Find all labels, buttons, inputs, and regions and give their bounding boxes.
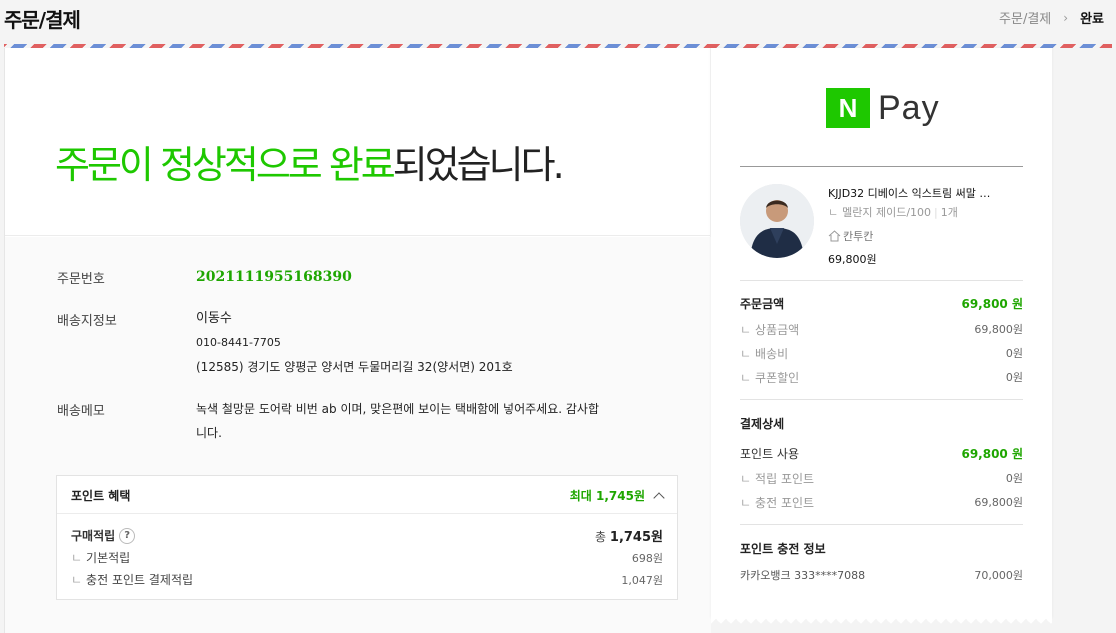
list-item: ㄴ 쿠폰할인 0원: [740, 371, 1023, 385]
completion-message: 주문이 정상적으로 완료되었습니다.: [55, 134, 565, 189]
list-item: ㄴ 적립 포인트 0원: [740, 472, 1023, 486]
product-option: ㄴ 멜란지 제이드/100 | 1개: [828, 206, 958, 219]
list-item: ㄴ 충전 포인트 69,800원: [740, 496, 1023, 510]
basic-points-value: 698원: [631, 551, 663, 565]
help-icon[interactable]: ?: [119, 527, 136, 544]
divider: [740, 280, 1023, 281]
points-max-label: 최대 1,745원: [569, 489, 645, 503]
charged-points-value: 69,800원: [974, 496, 1023, 509]
points-benefit-title: 포인트 혜택: [71, 489, 131, 503]
point-usage-row: 포인트 사용 69,800 원: [740, 445, 1023, 462]
list-item: ㄴ 기본적립 698원: [71, 551, 663, 565]
shipping-info-label: 배송지정보: [57, 314, 117, 329]
order-number: 2021111955168390: [196, 269, 352, 285]
coupon-discount-value: 0원: [1005, 371, 1023, 384]
completion-banner: 주문이 정상적으로 완료되었습니다.: [5, 48, 710, 236]
naver-n-icon: N: [826, 88, 870, 128]
order-amount-row: 주문금액 69,800 원: [740, 295, 1023, 312]
chevron-up-icon: [653, 491, 665, 504]
pay-logo-text: Pay: [878, 88, 940, 127]
recipient-name: 이동수: [196, 311, 232, 326]
shop-name: 칸투칸: [843, 230, 874, 243]
charge-amount: 70,000원: [974, 569, 1023, 582]
order-number-label: 주문번호: [57, 272, 105, 287]
list-item: ㄴ 상품금액 69,800원: [740, 323, 1023, 337]
charged-points-label: 충전 포인트: [755, 496, 815, 510]
shipping-fee-value: 0원: [1005, 347, 1023, 360]
purchase-points-label-wrap: 구매적립?: [71, 527, 136, 544]
points-benefit-box: 포인트 혜택 최대 1,745원 구매적립? 총 1,745원 ㄴ 기본적립 69…: [56, 475, 678, 600]
charge-points-value: 1,047원: [621, 573, 663, 587]
product-quantity: 1개: [940, 206, 958, 219]
breadcrumb-step-order: 주문/결제: [999, 12, 1052, 27]
product-name[interactable]: KJJD32 디베이스 익스트림 써말 …: [828, 185, 1008, 201]
completion-message-rest: 되었습니다.: [392, 143, 565, 187]
product-amount-value: 69,800원: [974, 323, 1023, 336]
receipt-torn-edge: [711, 614, 1052, 624]
breadcrumb: 주문/결제 › 완료: [999, 8, 1104, 28]
charge-points-label: 충전 포인트 결제적립: [86, 573, 194, 587]
earned-points-value: 0원: [1005, 472, 1023, 485]
product-option-value: 멜란지 제이드/100: [842, 206, 932, 219]
point-usage-value: 69,800 원: [961, 447, 1023, 461]
divider: [740, 399, 1023, 400]
product-price: 69,800원: [828, 253, 877, 266]
delivery-memo-line-2: 니다.: [196, 426, 222, 440]
shipping-address: (12585) 경기도 양평군 양서면 두물머리길 32(양서면) 201호: [196, 360, 513, 374]
shipping-fee-label: 배송비: [755, 347, 789, 361]
delivery-memo-line-1: 녹색 철망문 도어락 비번 ab 이며, 맞은편에 보이는 택배함에 넣어주세요…: [196, 402, 599, 416]
list-item: ㄴ 배송비 0원: [740, 347, 1023, 361]
product-shop[interactable]: 칸투칸: [828, 228, 873, 244]
npay-logo: N Pay: [826, 88, 940, 128]
store-icon: [828, 230, 841, 242]
coupon-discount-label: 쿠폰할인: [755, 371, 800, 385]
divider: [740, 166, 1023, 167]
earned-points-label: 적립 포인트: [755, 472, 815, 486]
purchase-points-label: 구매적립: [71, 529, 116, 543]
divider: [740, 524, 1023, 525]
payment-detail-label: 결제상세: [740, 417, 785, 431]
product-thumbnail[interactable]: [740, 184, 814, 258]
point-usage-label: 포인트 사용: [740, 447, 800, 461]
purchase-points-row: 구매적립? 총 1,745원: [71, 526, 663, 545]
order-amount-label: 주문금액: [740, 297, 785, 311]
product-amount-label: 상품금액: [755, 323, 800, 337]
completion-message-highlight: 주문이 정상적으로 완료: [55, 143, 396, 187]
page-title: 주문/결제: [4, 8, 81, 32]
payment-detail-heading: 결제상세: [740, 415, 1023, 432]
purchase-points-total: 총 1,745원: [595, 526, 663, 545]
payment-receipt: N Pay KJJD32 디베이스 익스트림 써말 … ㄴ 멜란지 제이드/100…: [711, 48, 1052, 618]
purchase-total-value: 1,745원: [609, 530, 663, 545]
point-charge-label: 포인트 충전 정보: [740, 542, 826, 556]
order-amount-value: 69,800 원: [961, 297, 1023, 311]
recipient-phone: 010-8441-7705: [196, 336, 281, 349]
list-item: ㄴ 충전 포인트 결제적립 1,047원: [71, 573, 663, 587]
basic-points-label: 기본적립: [86, 551, 131, 565]
delivery-memo-label: 배송메모: [57, 404, 105, 419]
chevron-right-icon: ›: [1063, 10, 1069, 25]
purchase-total-prefix: 총: [595, 530, 607, 544]
point-charge-row: 카카오뱅크 333****7088 70,000원: [740, 567, 1023, 583]
point-charge-heading: 포인트 충전 정보: [740, 540, 1023, 557]
page-header: 주문/결제 주문/결제 › 완료: [0, 0, 1116, 42]
points-benefit-header[interactable]: 포인트 혜택 최대 1,745원: [57, 476, 677, 514]
charge-bank-account: 카카오뱅크 333****7088: [740, 569, 866, 582]
points-max-toggle[interactable]: 최대 1,745원: [569, 487, 665, 504]
breadcrumb-step-complete: 완료: [1080, 12, 1104, 27]
